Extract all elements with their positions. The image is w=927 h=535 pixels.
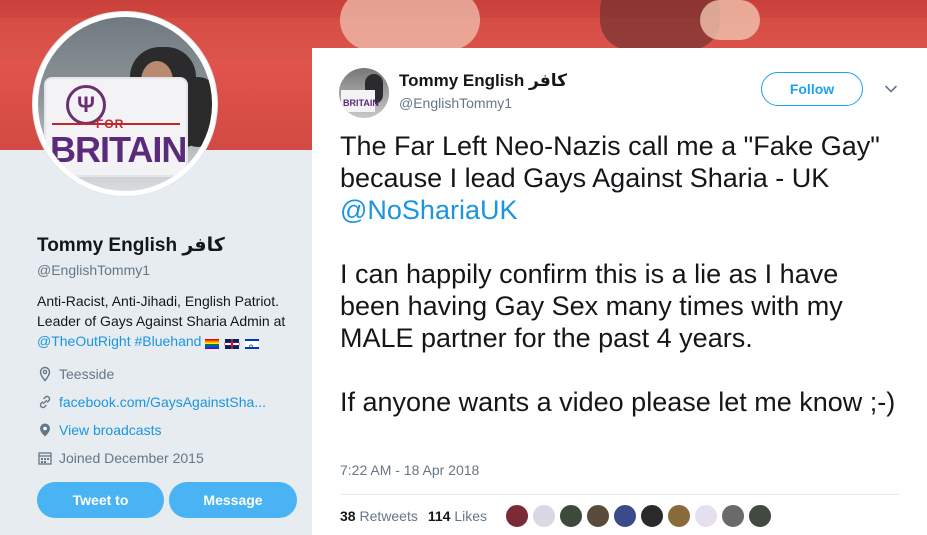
logo-britain-text: BRITAIN (50, 129, 187, 170)
joined-text: Joined December 2015 (59, 450, 204, 466)
likes-label: Likes (454, 508, 487, 524)
tweet-paragraph: The Far Left Neo-Nazis call me a "Fake G… (340, 131, 880, 193)
for-britain-logo: Ψ FOR BRITAIN (46, 79, 187, 175)
tweet-author-name[interactable]: Tommy English كافر (399, 71, 567, 91)
website-link[interactable]: facebook.com/GaysAgainstSha... (59, 394, 266, 410)
message-button[interactable]: Message (169, 482, 297, 518)
profile-name[interactable]: Tommy English كافر (37, 234, 225, 257)
flag-emojis (205, 332, 261, 358)
likes-count: 114 (427, 508, 451, 524)
liker-avatars (505, 504, 772, 528)
profile-avatar[interactable]: Ψ FOR BRITAIN (33, 12, 217, 196)
logo-rule (52, 123, 180, 125)
logo-britain-text: BRITAIN (343, 98, 379, 108)
israel-flag-icon (245, 338, 260, 358)
tweet-stats: 38 Retweets 114 Likes (340, 508, 487, 524)
tweet-author-avatar[interactable]: BRITAIN (339, 68, 389, 118)
calendar-icon (37, 450, 53, 466)
liker-avatar[interactable] (721, 504, 745, 528)
divider (340, 494, 900, 495)
bio-line: @TheOutRight #Bluehand (37, 331, 297, 358)
liker-avatar[interactable] (667, 504, 691, 528)
profile-website[interactable]: facebook.com/GaysAgainstSha... (37, 394, 266, 410)
liker-avatar[interactable] (694, 504, 718, 528)
avatar-image: Ψ FOR BRITAIN (38, 17, 212, 191)
profile-handle[interactable]: @EnglishTommy1 (37, 262, 150, 278)
banner-figure (340, 0, 480, 50)
bio-line: Anti-Racist, Anti-Jihadi, English Patrio… (37, 293, 279, 309)
tweet-to-button[interactable]: Tweet to (37, 482, 164, 518)
location-text: Teesside (59, 366, 115, 382)
link-icon (37, 394, 53, 410)
rainbow-flag-icon (205, 338, 220, 349)
retweets-count: 38 (340, 508, 356, 524)
liker-avatar[interactable] (613, 504, 637, 528)
profile-broadcasts[interactable]: View broadcasts (37, 422, 161, 438)
tweet-text: The Far Left Neo-Nazis call me a "Fake G… (340, 130, 900, 418)
uk-flag-icon (225, 338, 240, 349)
view-broadcasts-link[interactable]: View broadcasts (59, 422, 161, 438)
liker-avatar[interactable] (748, 504, 772, 528)
liker-avatar[interactable] (586, 504, 610, 528)
profile-bio: Anti-Racist, Anti-Jihadi, English Patrio… (37, 291, 297, 358)
retweets-stat[interactable]: 38 Retweets (340, 508, 418, 524)
liker-avatar[interactable] (505, 504, 529, 528)
banner-figure (700, 0, 760, 40)
retweets-label: Retweets (359, 508, 418, 524)
profile-location: Teesside (37, 366, 114, 382)
bio-line: Leader of Gays Against Sharia Admin at (37, 313, 286, 329)
tweet-paragraph: If anyone wants a video please let me kn… (340, 387, 896, 417)
tweet-paragraph: I can happily confirm this is a lie as I… (340, 259, 843, 353)
for-britain-logo: BRITAIN (341, 90, 379, 112)
profile-joined: Joined December 2015 (37, 450, 204, 466)
tweet-timestamp[interactable]: 7:22 AM - 18 Apr 2018 (340, 462, 479, 478)
tweet-mention-link[interactable]: @NoShariaUK (340, 194, 900, 226)
likes-stat[interactable]: 114 Likes (428, 508, 487, 524)
follow-button[interactable]: Follow (761, 72, 863, 106)
location-pin-icon (37, 366, 53, 382)
liker-avatar[interactable] (532, 504, 556, 528)
chevron-down-icon[interactable] (884, 82, 898, 96)
periscope-icon (37, 422, 53, 438)
liker-avatar[interactable] (640, 504, 664, 528)
tweet-card: BRITAIN Tommy English كافر @EnglishTommy… (312, 48, 927, 535)
bio-hashtag-link[interactable]: #Bluehand (134, 333, 201, 349)
liker-avatar[interactable] (559, 504, 583, 528)
tweet-author-handle[interactable]: @EnglishTommy1 (399, 95, 512, 111)
bio-mention-link[interactable]: @TheOutRight (37, 333, 131, 349)
